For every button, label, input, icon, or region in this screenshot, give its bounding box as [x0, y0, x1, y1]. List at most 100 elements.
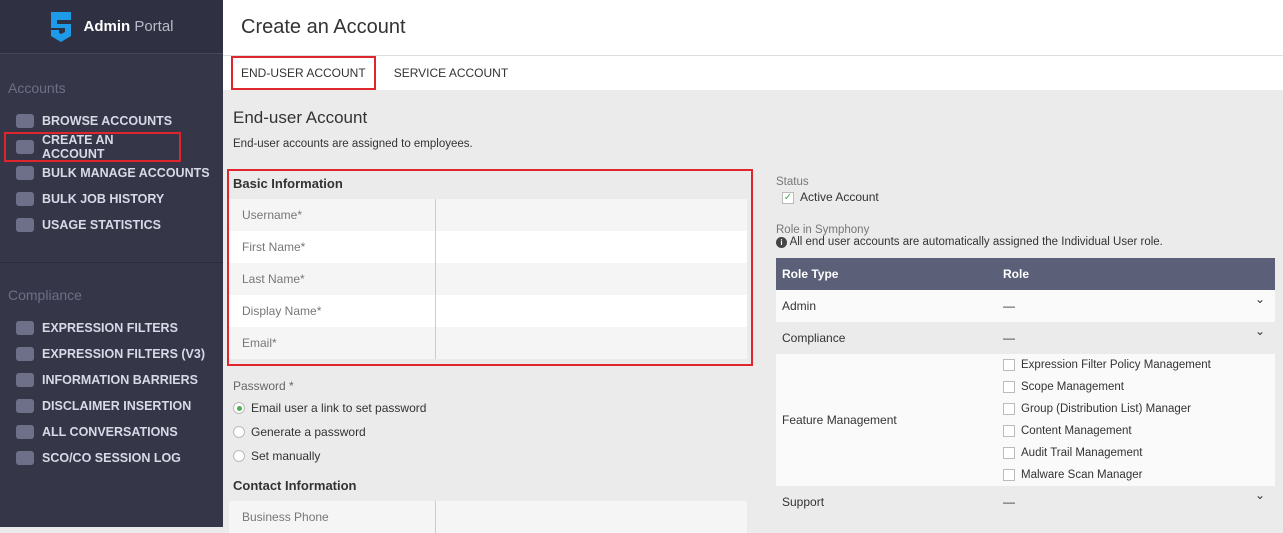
- value: —: [1003, 495, 1015, 509]
- sidebar-item-bulk-manage[interactable]: BULK MANAGE ACCOUNTS: [0, 160, 223, 186]
- sidebar-item-all-conversations[interactable]: ALL CONVERSATIONS: [0, 419, 223, 445]
- label: Display Name*: [229, 295, 436, 327]
- symphony-logo-icon: [51, 11, 72, 42]
- business-phone-field[interactable]: Business Phone: [229, 501, 747, 533]
- brand-light: Portal: [134, 18, 174, 35]
- brand: Admin Portal: [0, 0, 223, 54]
- label: SCO/CO SESSION LOG: [42, 451, 181, 465]
- active-account-checkbox[interactable]: ✓ Active Account: [782, 190, 1275, 204]
- sidebar-item-expression-filters[interactable]: EXPRESSION FILTERS: [0, 315, 223, 341]
- first-name-field[interactable]: First Name*: [229, 231, 747, 263]
- sidebar-item-create-account[interactable]: CREATE AN ACCOUNT: [4, 132, 181, 162]
- radio-email-link[interactable]: Email user a link to set password: [233, 401, 426, 415]
- feature-checkbox[interactable]: Scope Management: [1003, 376, 1275, 398]
- radio-generate[interactable]: Generate a password: [233, 425, 366, 439]
- email-field[interactable]: Email*: [229, 327, 747, 359]
- label: ALL CONVERSATIONS: [42, 425, 178, 439]
- page-title: Create an Account: [223, 0, 1283, 56]
- last-name-field[interactable]: Last Name*: [229, 263, 747, 295]
- feature-checkbox[interactable]: Audit Trail Management: [1003, 442, 1275, 464]
- sidebar-item-usage-statistics[interactable]: USAGE STATISTICS: [0, 212, 223, 238]
- label: Support: [782, 495, 825, 509]
- label: DISCLAIMER INSERTION: [42, 399, 192, 413]
- label: BULK MANAGE ACCOUNTS: [42, 166, 210, 180]
- value: —: [1003, 331, 1015, 345]
- chart-icon: [16, 218, 34, 232]
- user-icon: [16, 140, 34, 154]
- info-text: All end user accounts are automatically …: [789, 236, 1163, 248]
- label: Email*: [229, 327, 436, 359]
- feature-checkbox[interactable]: Malware Scan Manager: [1003, 464, 1275, 486]
- label: Business Phone: [229, 501, 436, 533]
- cloud-icon: [16, 166, 34, 180]
- role-row-feature: Feature Management Expression Filter Pol…: [776, 354, 1275, 486]
- brand-bold: Admin: [83, 18, 131, 35]
- label: Last Name*: [229, 263, 436, 295]
- phone-icon: [16, 425, 34, 439]
- label: BULK JOB HISTORY: [42, 192, 165, 206]
- feature-checkbox[interactable]: Group (Distribution List) Manager: [1003, 398, 1275, 420]
- barrier-icon: [16, 373, 34, 387]
- archive-icon: [16, 192, 34, 206]
- sidebar-item-disclaimer-insertion[interactable]: DISCLAIMER INSERTION: [0, 393, 223, 419]
- label: Username*: [229, 199, 436, 231]
- chevron-down-icon[interactable]: ⌄: [1255, 324, 1265, 338]
- compliance-section-title: Compliance: [8, 287, 82, 303]
- info-icon: i: [776, 237, 787, 248]
- role-row-compliance[interactable]: Compliance — ⌄: [776, 322, 1275, 354]
- display-name-field[interactable]: Display Name*: [229, 295, 747, 327]
- section-subtitle: End-user accounts are assigned to employ…: [233, 138, 473, 150]
- chevron-down-icon[interactable]: ⌄: [1255, 292, 1265, 306]
- basic-info-form: Username* First Name* Last Name* Display…: [229, 199, 747, 359]
- filter-icon: [16, 321, 34, 335]
- sidebar-item-session-log[interactable]: SCO/CO SESSION LOG: [0, 445, 223, 471]
- sidebar-item-information-barriers[interactable]: INFORMATION BARRIERS: [0, 367, 223, 393]
- basic-info-title: Basic Information: [233, 176, 343, 191]
- section-title: End-user Account: [233, 108, 368, 127]
- sidebar-item-expression-filters-v3[interactable]: EXPRESSION FILTERS (V3): [0, 341, 223, 367]
- label: Audit Trail Management: [1021, 447, 1143, 459]
- label: Set manually: [251, 449, 321, 463]
- role-info: i All end user accounts are automaticall…: [776, 236, 1275, 248]
- filter-icon: [16, 347, 34, 361]
- chevron-down-icon[interactable]: ⌄: [1255, 488, 1265, 502]
- feature-checkbox[interactable]: Content Management: [1003, 420, 1275, 442]
- tab-end-user-account[interactable]: END-USER ACCOUNT: [231, 56, 376, 90]
- alert-icon: [16, 399, 34, 413]
- sidebar-item-browse-accounts[interactable]: BROWSE ACCOUNTS: [0, 108, 223, 134]
- roles-table: Role Type Role Admin — ⌄ Compliance — ⌄ Featu…: [776, 258, 1275, 518]
- username-field[interactable]: Username*: [229, 199, 747, 231]
- tabs: END-USER ACCOUNT SERVICE ACCOUNT: [223, 56, 1283, 90]
- label: Scope Management: [1021, 381, 1124, 393]
- label: Email user a link to set password: [251, 401, 427, 415]
- feature-checkbox[interactable]: Expression Filter Policy Management: [1003, 354, 1275, 376]
- label: EXPRESSION FILTERS: [42, 321, 178, 335]
- contact-form: Business Phone: [229, 501, 747, 533]
- label: CREATE AN ACCOUNT: [42, 133, 114, 161]
- contact-info-title: Contact Information: [233, 478, 357, 493]
- status-label: Status: [776, 176, 809, 188]
- role-row-admin[interactable]: Admin — ⌄: [776, 290, 1275, 322]
- label: INFORMATION BARRIERS: [42, 373, 199, 387]
- sidebar: Admin Portal Accounts BROWSE ACCOUNTS CR…: [0, 0, 223, 527]
- label: BROWSE ACCOUNTS: [42, 114, 173, 128]
- search-user-icon: [16, 114, 34, 128]
- label: Compliance: [782, 331, 846, 345]
- role-row-support[interactable]: Support — ⌄: [776, 486, 1275, 518]
- label: Generate a password: [251, 425, 366, 439]
- accounts-section-title: Accounts: [8, 80, 66, 96]
- label: Feature Management: [782, 413, 897, 427]
- label: EXPRESSION FILTERS (V3): [42, 347, 205, 361]
- label: Expression Filter Policy Management: [1021, 359, 1211, 371]
- sidebar-item-bulk-job-history[interactable]: BULK JOB HISTORY: [0, 186, 223, 212]
- tab-service-account[interactable]: SERVICE ACCOUNT: [386, 58, 516, 88]
- radio-set-manually[interactable]: Set manually: [233, 449, 320, 463]
- label: Group (Distribution List) Manager: [1021, 403, 1192, 415]
- label: Active Account: [800, 190, 879, 204]
- label: Admin: [782, 299, 817, 313]
- label: USAGE STATISTICS: [42, 218, 161, 232]
- label: First Name*: [229, 231, 436, 263]
- col-role: Role: [1003, 267, 1030, 281]
- role-label: Role in Symphony: [776, 224, 870, 236]
- label: Malware Scan Manager: [1021, 469, 1143, 481]
